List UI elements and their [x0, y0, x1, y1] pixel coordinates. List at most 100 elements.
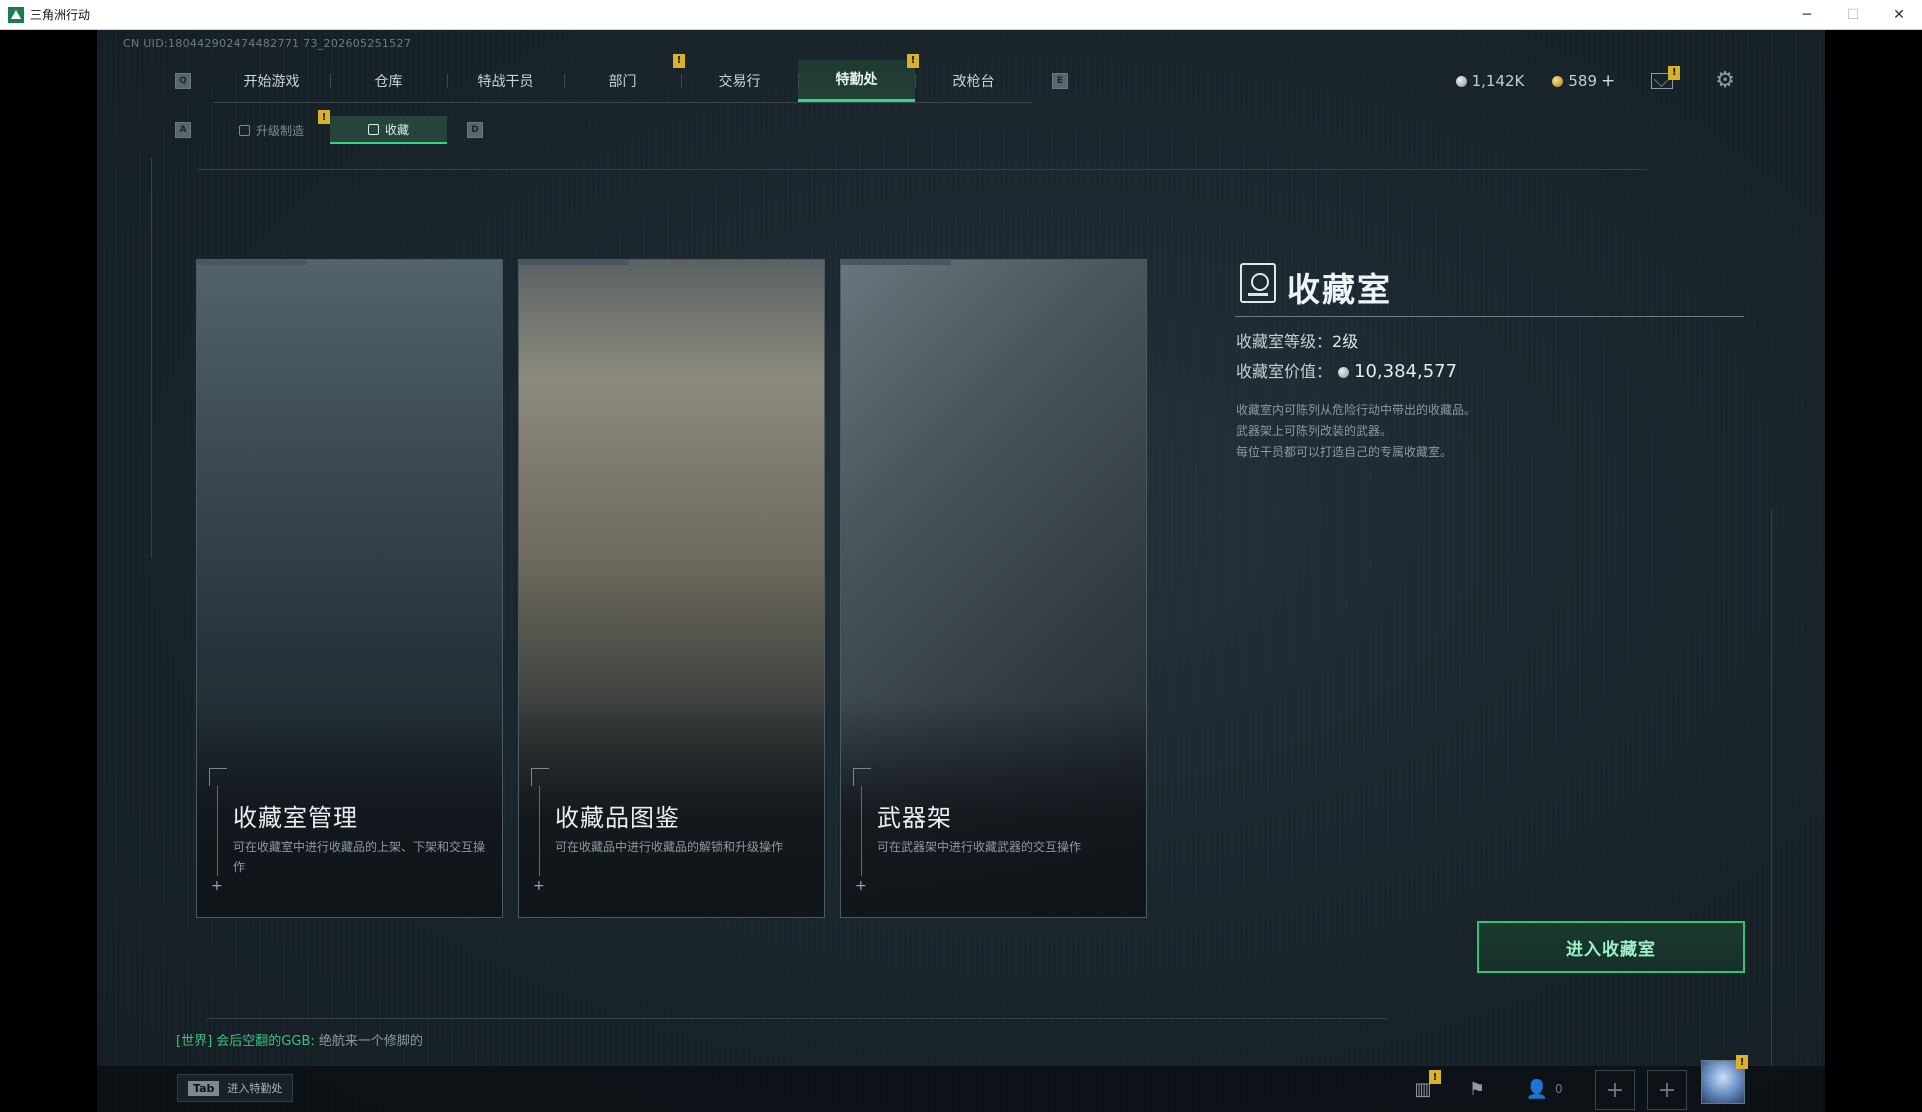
corner-line	[539, 786, 540, 876]
card-collection-management[interactable]: 收藏室管理 可在收藏室中进行收藏品的上架、下架和交互操作 +	[196, 259, 503, 918]
nav-prev-key-hint[interactable]: Q	[175, 73, 191, 89]
tab-gunsmith[interactable]: 改枪台	[915, 60, 1032, 102]
corner-line	[217, 786, 218, 876]
subnav-next-key-hint[interactable]: D	[467, 122, 483, 138]
currency-bar: 1,142K 589 + ! ⚙	[1455, 65, 1735, 93]
collection-icon	[367, 123, 379, 135]
maximize-button[interactable]: ☐	[1830, 0, 1876, 30]
collection-level-row: 收藏室等级：2级	[1236, 328, 1358, 352]
card-title: 收藏室管理	[233, 804, 358, 832]
silver-coin-icon	[1338, 367, 1350, 378]
silver-currency: 1,142K	[1455, 71, 1525, 90]
frame-line	[151, 158, 152, 558]
silver-coin-icon	[1455, 75, 1467, 87]
info-divider	[1235, 316, 1744, 317]
card-tab-marker	[197, 260, 307, 265]
tab-key: Tab	[188, 1080, 220, 1096]
window-title: 三角洲行动	[30, 8, 91, 22]
gold-amount: 589	[1568, 71, 1598, 90]
collection-room-icon	[1240, 263, 1276, 303]
top-nav: Q 开始游戏 仓库 特战干员 部门! 交易行 特勤处! 改枪台 E	[175, 53, 1068, 103]
player-uid: CN UID:180442902474482771 73_20260525152…	[123, 37, 412, 50]
alert-badge: !	[1736, 1055, 1748, 1069]
gear-icon[interactable]: ⚙	[1715, 68, 1735, 93]
tab-label: 仓库	[374, 73, 403, 90]
card-title: 武器架	[877, 804, 952, 832]
divider-line	[197, 169, 1647, 170]
card-tab-marker	[841, 260, 951, 265]
corner-mark	[853, 768, 871, 786]
subnav-prev-key-hint[interactable]: A	[175, 122, 191, 138]
upgrade-icon	[238, 124, 250, 136]
sub-nav: A 升级制造! 收藏 D	[175, 110, 483, 144]
window-titlebar: 三角洲行动 ─ ☐ ✕	[0, 0, 1922, 30]
plus-icon: +	[533, 878, 545, 894]
friends-icon[interactable]: 👤	[1523, 1076, 1551, 1102]
bottom-bar: Tab 进入特勤处 ▥! ⚑ 👤 + +	[97, 1066, 1825, 1112]
nav-next-key-hint[interactable]: E	[1052, 73, 1068, 89]
add-currency-button[interactable]: +	[1601, 71, 1615, 91]
add-teammate-slot[interactable]: +	[1595, 1070, 1635, 1110]
divider-line	[207, 1018, 1387, 1019]
tab-label: 开始游戏	[243, 73, 300, 90]
silver-amount: 1,142K	[1471, 71, 1525, 90]
card-description: 可在武器架中进行收藏武器的交互操作	[877, 840, 1082, 854]
level-label: 收藏室等级：	[1236, 332, 1333, 351]
chat-sender[interactable]: 会后空翻的GGB:	[216, 1034, 314, 1049]
subtab-label: 收藏	[384, 122, 409, 137]
friend-count: 0	[1555, 1082, 1563, 1096]
avatar[interactable]: !	[1701, 1055, 1748, 1104]
info-description: 收藏室内可陈列从危险行动中带出的收藏品。 武器架上可陈列改装的武器。 每位干员都…	[1236, 400, 1476, 463]
mail-icon[interactable]: !	[1651, 65, 1681, 89]
card-description: 可在收藏室中进行收藏品的上架、下架和交互操作	[233, 840, 486, 874]
tab-shortcut-label: 进入特勤处	[227, 1082, 283, 1095]
tab-trading[interactable]: 交易行	[681, 60, 798, 102]
minimize-button[interactable]: ─	[1784, 0, 1830, 30]
subtab-upgrade-craft[interactable]: 升级制造!	[213, 110, 330, 144]
tab-label: 特战干员	[477, 73, 534, 90]
close-button[interactable]: ✕	[1876, 0, 1922, 30]
plus-icon: +	[211, 878, 223, 894]
letterbox-left	[0, 30, 97, 1112]
tab-label: 部门	[608, 73, 637, 90]
card-description: 可在收藏品中进行收藏品的解锁和升级操作	[555, 840, 784, 854]
tab-start-game[interactable]: 开始游戏	[213, 60, 330, 102]
tab-label: 特勤处	[835, 72, 878, 88]
gold-currency: 589 +	[1552, 71, 1615, 91]
chat-line[interactable]: [世界] 会后空翻的GGB: 绝航来一个修脚的	[176, 1030, 423, 1049]
tab-warehouse[interactable]: 仓库	[330, 60, 447, 102]
card-collection-catalog[interactable]: 收藏品图鉴 可在收藏品中进行收藏品的解锁和升级操作 +	[518, 259, 825, 918]
tab-operators[interactable]: 特战干员	[447, 60, 564, 102]
enter-collection-button[interactable]: 进入收藏室	[1477, 921, 1745, 973]
value-amount: 10,384,577	[1354, 361, 1458, 382]
game-viewport: CN UID:180442902474482771 73_20260525152…	[97, 30, 1825, 1112]
flag-icon[interactable]: ⚑	[1463, 1076, 1491, 1102]
tab-department[interactable]: 部门!	[564, 53, 685, 102]
app-logo-icon	[8, 6, 24, 23]
add-teammate-slot[interactable]: +	[1647, 1070, 1687, 1110]
tab-label: 改枪台	[952, 73, 995, 90]
collection-value-row: 收藏室价值： 10,384,577	[1236, 358, 1457, 382]
frame-line	[1771, 510, 1772, 1070]
description-line: 武器架上可陈列改装的武器。	[1236, 424, 1393, 438]
alert-badge: !	[318, 110, 330, 124]
tab-shortcut-hint[interactable]: Tab 进入特勤处	[177, 1074, 294, 1102]
subtab-label: 升级制造	[255, 123, 304, 138]
plus-icon: +	[855, 878, 867, 894]
gold-coin-icon	[1552, 75, 1564, 87]
alert-badge: !	[1429, 1070, 1441, 1084]
card-tab-marker	[519, 260, 629, 265]
description-line: 每位干员都可以打造自己的专属收藏室。	[1236, 445, 1453, 459]
letterbox-right	[1825, 30, 1922, 1112]
nav-tabs: 开始游戏 仓库 特战干员 部门! 交易行 特勤处! 改枪台	[213, 53, 1032, 103]
stats-icon[interactable]: ▥!	[1409, 1070, 1441, 1102]
level-value: 2级	[1332, 332, 1359, 351]
value-label: 收藏室价值：	[1236, 362, 1333, 381]
tab-special-ops[interactable]: 特勤处!	[798, 53, 919, 102]
description-line: 收藏室内可陈列从危险行动中带出的收藏品。	[1236, 403, 1477, 417]
card-title: 收藏品图鉴	[555, 804, 680, 832]
corner-mark	[531, 768, 549, 786]
subtab-collection[interactable]: 收藏	[330, 116, 447, 144]
chat-channel: [世界]	[176, 1034, 213, 1049]
card-weapon-rack[interactable]: 武器架 可在武器架中进行收藏武器的交互操作 +	[840, 259, 1147, 918]
